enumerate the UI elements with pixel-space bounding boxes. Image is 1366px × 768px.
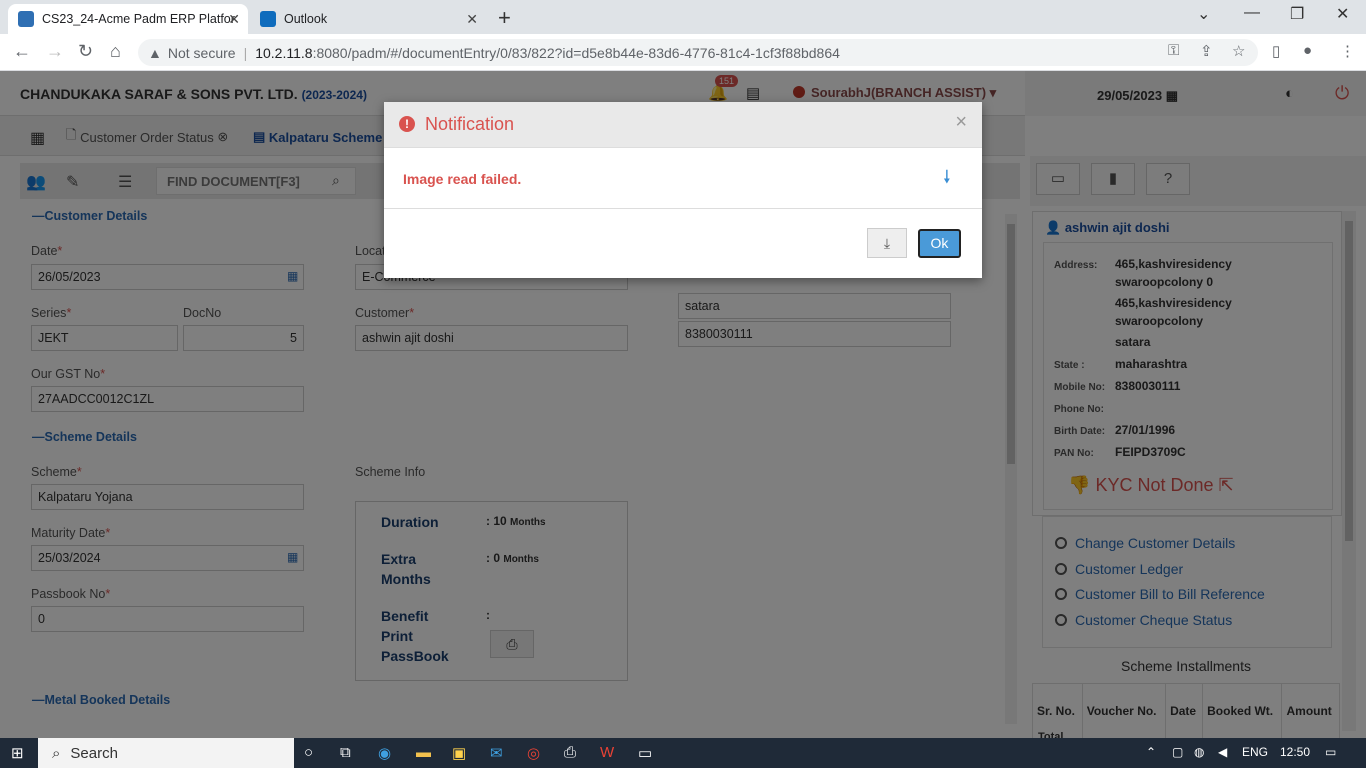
notification-center-icon[interactable]: ▭	[1325, 745, 1336, 759]
search-icon: ⌕	[52, 744, 61, 762]
minimize-icon[interactable]: —	[1244, 4, 1260, 22]
warning-icon: ▲	[148, 44, 162, 61]
tab-search-icon[interactable]: ⌄	[1197, 4, 1210, 24]
address-bar-row: ← → ↻ ⌂ ▲ Not secure | 10.2.11.8:8080/pa…	[0, 34, 1366, 71]
globe-icon[interactable]: ◍	[1194, 745, 1204, 759]
cortana-icon[interactable]: ○	[304, 744, 313, 761]
reload-icon[interactable]: ↻	[78, 41, 93, 62]
erp-favicon-icon	[18, 11, 34, 27]
share-icon[interactable]: ⇪	[1200, 42, 1213, 60]
ok-button[interactable]: Ok	[918, 229, 961, 258]
side-panel-icon[interactable]: ▯	[1272, 42, 1280, 60]
arrow-down-icon[interactable]: 🠗	[943, 165, 951, 195]
printer-app-icon[interactable]: ⎙	[564, 744, 576, 761]
key-icon[interactable]: ⚿	[1168, 42, 1179, 59]
error-message: Image read failed.	[403, 171, 522, 187]
modal-title: Notification	[425, 114, 515, 134]
download-button[interactable]: ⤓	[867, 228, 907, 258]
clock[interactable]: 12:50	[1280, 745, 1310, 759]
network-icon[interactable]: ▢	[1172, 745, 1183, 759]
security-status: Not secure	[167, 44, 236, 61]
task-view-icon[interactable]: ⧉	[340, 744, 351, 761]
close-icon[interactable]: ×	[955, 111, 967, 134]
wps-icon[interactable]: W	[600, 744, 614, 761]
language[interactable]: ENG	[1242, 745, 1268, 759]
file-explorer-icon[interactable]: ▬	[416, 744, 431, 761]
browser-tab-erp[interactable]: CS23_24-Acme Padm ERP Platfor ✕	[8, 4, 248, 34]
notification-modal: ! Notification × Image read failed. 🠗 ⤓ …	[384, 102, 982, 278]
forward-icon[interactable]: →	[46, 41, 64, 62]
taskbar-search[interactable]: ⌕ Search	[38, 738, 294, 768]
menu-icon[interactable]: ⋮	[1340, 42, 1355, 60]
close-window-icon[interactable]: ✕	[1336, 4, 1349, 24]
restore-icon[interactable]: ❐	[1290, 4, 1304, 24]
url-field[interactable]: ▲ Not secure | 10.2.11.8:8080/padm/#/doc…	[138, 39, 1258, 66]
url-path: :8080/padm/#/documentEntry/0/83/822?id=d…	[312, 44, 840, 61]
volume-icon[interactable]: ◀	[1218, 745, 1227, 759]
outlook-favicon-icon	[260, 11, 276, 27]
modal-header: ! Notification ×	[384, 102, 982, 148]
download-icon: ⤓	[883, 235, 891, 251]
close-tab-icon[interactable]: ✕	[228, 11, 240, 28]
chrome-icon[interactable]: ◎	[527, 744, 540, 762]
browser-tab-bar: CS23_24-Acme Padm ERP Platfor ✕ Outlook …	[0, 0, 1366, 34]
url-host: 10.2.11.8	[255, 44, 313, 61]
home-icon[interactable]: ⌂	[110, 41, 121, 62]
tray-up-icon[interactable]: ⌃	[1146, 745, 1156, 759]
bookmark-star-icon[interactable]: ☆	[1232, 42, 1245, 60]
browser-tab-title: Outlook	[284, 12, 328, 26]
modal-footer: ⤓ Ok	[384, 208, 982, 278]
windows-start-icon[interactable]: ⊞	[11, 744, 24, 762]
back-icon[interactable]: ←	[13, 41, 31, 62]
mail-icon[interactable]: ✉	[490, 744, 503, 762]
windows-taskbar: ⊞ ⌕ Search ○ ⧉ ◉ ▬ ▣ ✉ ◎ ⎙ W ▭ ⌃ ▢ ◍ ◀ EN…	[0, 738, 1366, 768]
store-icon[interactable]: ▣	[452, 744, 466, 762]
close-tab-icon[interactable]: ✕	[466, 11, 478, 28]
edge-icon[interactable]: ◉	[378, 744, 391, 762]
new-tab-icon[interactable]: +	[498, 5, 511, 31]
profile-icon[interactable]: ●	[1303, 42, 1312, 59]
browser-tab-outlook[interactable]: Outlook ✕	[250, 4, 486, 34]
alert-icon: !	[399, 116, 415, 132]
browser-tab-title: CS23_24-Acme Padm ERP Platfor	[42, 12, 235, 26]
app-window-icon[interactable]: ▭	[638, 744, 652, 762]
